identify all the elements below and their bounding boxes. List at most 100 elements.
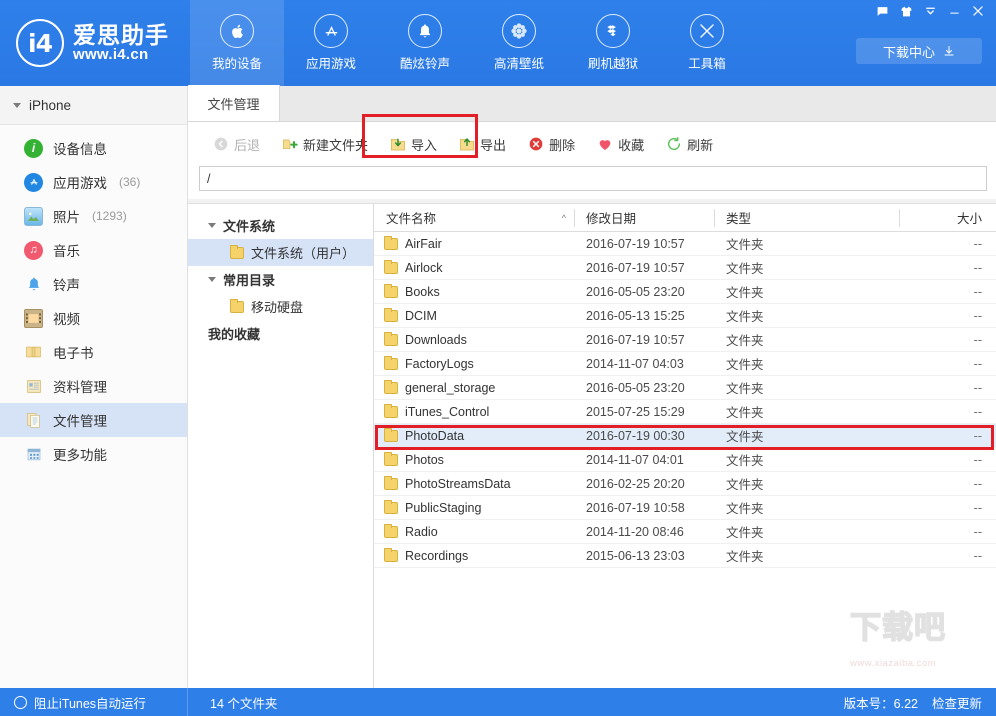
sidebar-item-file-management[interactable]: 文件管理 [0,403,187,437]
column-header-date[interactable]: 修改日期 [574,204,714,232]
close-icon[interactable] [966,0,990,22]
favorite-button[interactable]: 收藏 [586,130,655,158]
i4-logo-icon: i4 [16,19,64,67]
cell-type: 文件夹 [726,478,764,492]
tree-group-common-dirs[interactable]: 常用目录 [188,266,373,293]
skin-icon[interactable] [894,0,918,22]
file-rows: AirFair 2016-07-19 10:57 文件夹 -- Airlock 2016-… [374,232,996,568]
table-row[interactable]: PhotoStreamsData 2016-02-25 20:20 文件夹 -- [374,472,996,496]
table-row[interactable]: DCIM 2016-05-13 15:25 文件夹 -- [374,304,996,328]
table-row[interactable]: PhotoData 2016-07-19 00:30 文件夹 -- [374,424,996,448]
sidebar-item-photos[interactable]: 照片 (1293) [0,199,187,233]
file-name: PublicStaging [405,500,482,515]
refresh-button[interactable]: 刷新 [655,130,724,158]
table-row[interactable]: general_storage 2016-05-05 23:20 文件夹 -- [374,376,996,400]
sidebar-item-data-management[interactable]: 资料管理 [0,369,187,403]
sidebar-item-music[interactable]: ♫ 音乐 [0,233,187,267]
brand-url: www.i4.cn [73,46,149,64]
cell-modified-date: 2016-07-19 10:57 [586,332,685,347]
cell-modified-date: 2014-11-07 04:01 [586,452,684,467]
download-center-button[interactable]: 下载中心 [856,38,982,64]
path-bar-container: / [188,166,996,199]
block-itunes-toggle[interactable]: 阻止iTunes自动运行 [0,688,188,716]
path-value: / [207,171,211,186]
folder-icon [384,475,398,490]
table-row[interactable]: Recordings 2015-06-13 23:03 文件夹 -- [374,544,996,568]
tree-group-label: 文件系统 [223,219,276,234]
back-button[interactable]: 后退 [202,130,271,158]
tree-group-filesystem[interactable]: 文件系统 [188,212,373,239]
nav-item-ringtones[interactable]: 酷炫铃声 [378,0,472,86]
tree-node-my-favorites[interactable]: 我的收藏 [188,320,373,347]
tree-node-removable-disk[interactable]: 移动硬盘 [188,293,373,320]
sidebar-item-label: 文件管理 [53,414,107,429]
nav-item-apps-games[interactable]: 应用游戏 [284,0,378,86]
folder-icon [384,427,398,442]
chevron-down-icon [208,223,216,228]
file-list-header: 文件名称 ^ 修改日期 类型 大小 [374,204,996,232]
tab-file-management[interactable]: 文件管理 [188,85,280,121]
check-update-link[interactable]: 检查更新 [932,693,982,712]
new-folder-button[interactable]: 新建文件夹 [271,130,379,158]
nav-label: 我的设备 [211,57,262,71]
nav-item-wallpapers[interactable]: 高清壁纸 [472,0,566,86]
table-row[interactable]: FactoryLogs 2014-11-07 04:03 文件夹 -- [374,352,996,376]
cell-modified-date: 2016-05-13 15:25 [586,308,685,323]
table-row[interactable]: Photos 2014-11-07 04:01 文件夹 -- [374,448,996,472]
table-row[interactable]: Airlock 2016-07-19 10:57 文件夹 -- [374,256,996,280]
import-button[interactable]: 导入 [379,130,448,158]
table-row[interactable]: Downloads 2016-07-19 10:57 文件夹 -- [374,328,996,352]
sidebar-item-apps-games[interactable]: 应用游戏 (36) [0,165,187,199]
contacts-icon [24,377,43,396]
column-label: 修改日期 [586,212,637,226]
nav-item-my-device[interactable]: 我的设备 [190,0,284,86]
nav-item-jailbreak[interactable]: 刷机越狱 [566,0,660,86]
back-icon [214,137,228,151]
sidebar-item-device-info[interactable]: i 设备信息 [0,131,187,165]
cell-modified-date: 2015-06-13 23:03 [586,548,685,563]
cell-size: -- [973,452,982,467]
minimize-icon[interactable] [942,0,966,22]
cell-type: 文件夹 [726,406,764,420]
file-name: Photos [405,452,444,467]
table-row[interactable]: Radio 2014-11-20 08:46 文件夹 -- [374,520,996,544]
path-input[interactable]: / [199,166,987,191]
cell-modified-date: 2016-07-19 10:57 [586,260,685,275]
file-name: PhotoStreamsData [405,476,511,491]
column-label: 大小 [956,212,982,226]
device-selector[interactable]: iPhone [0,86,187,125]
nav-item-toolbox[interactable]: 工具箱 [660,0,754,86]
delete-button[interactable]: 删除 [517,130,586,158]
table-row[interactable]: AirFair 2016-07-19 10:57 文件夹 -- [374,232,996,256]
tree-node-filesystem-user[interactable]: 文件系统（用户） [188,239,373,266]
table-row[interactable]: PublicStaging 2016-07-19 10:58 文件夹 -- [374,496,996,520]
table-row[interactable]: iTunes_Control 2015-07-25 15:29 文件夹 -- [374,400,996,424]
cell-file-name: DCIM [374,307,574,323]
feedback-icon[interactable] [870,0,894,22]
content-area: 文件管理 后退 新建文件夹 导入 导出 删除 收藏 刷新 / 文件系统 文件系统… [188,85,996,689]
column-header-name[interactable]: 文件名称 ^ [374,204,574,232]
appstore-icon [24,172,43,192]
toolbar-label: 刷新 [687,137,714,153]
folder-tree: 文件系统 文件系统（用户） 常用目录 移动硬盘 我的收藏 [188,204,374,689]
sidebar-item-label: 资料管理 [53,380,107,395]
export-button[interactable]: 导出 [448,130,517,158]
file-name: Books [405,284,440,299]
column-header-type[interactable]: 类型 [714,204,899,232]
column-header-size[interactable]: 大小 [899,204,996,232]
folder-icon [384,355,398,370]
table-row[interactable]: Books 2016-05-05 23:20 文件夹 -- [374,280,996,304]
cell-modified-date: 2016-05-05 23:20 [586,380,685,395]
appstore-icon [314,14,348,48]
cell-modified-date: 2016-07-19 00:30 [586,428,685,443]
minimize-to-tray-icon[interactable] [918,0,942,22]
sidebar-item-more-features[interactable]: 更多功能 [0,437,187,471]
sidebar-item-ebooks[interactable]: 电子书 [0,335,187,369]
cell-file-name: Radio [374,523,574,539]
sidebar-item-ringtones[interactable]: 铃声 [0,267,187,301]
sidebar-item-label: 设备信息 [53,142,107,157]
new-folder-icon [283,139,298,149]
cell-size: -- [973,428,982,443]
more-icon [24,445,43,464]
sidebar-item-videos[interactable]: 视频 [0,301,187,335]
